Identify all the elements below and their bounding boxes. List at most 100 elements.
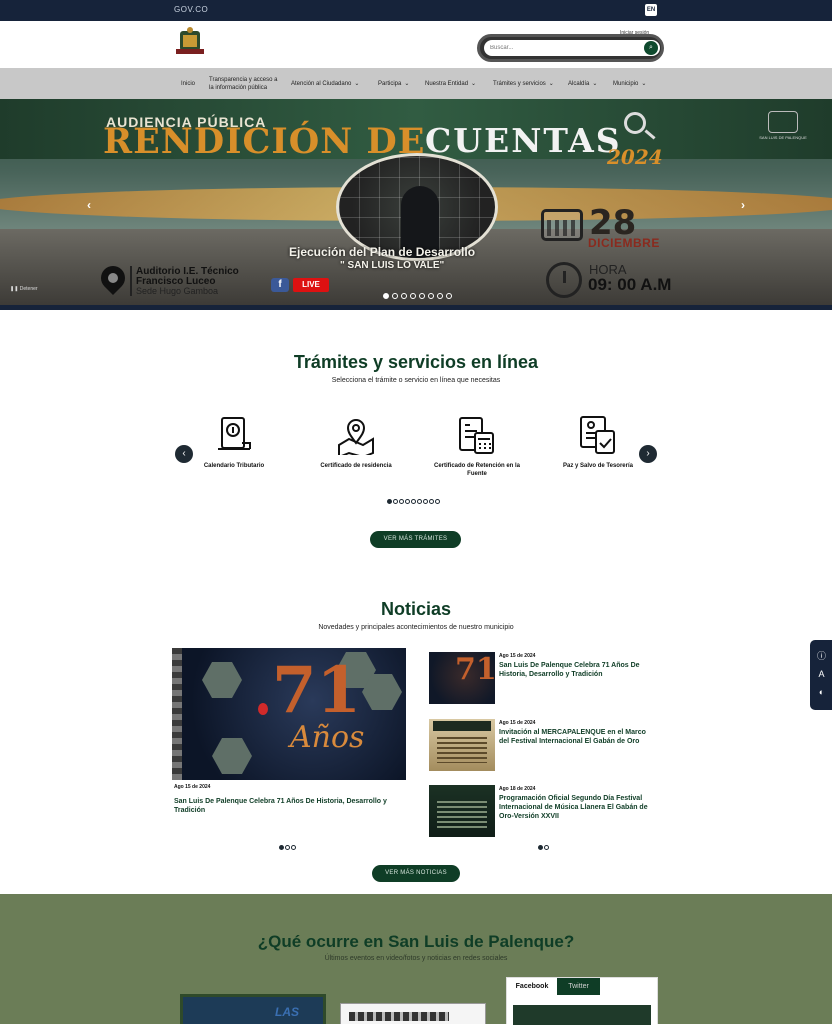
tramite-card[interactable]: Calendario Tributario: [184, 415, 284, 470]
hero-time-value: 09: 00 A.M: [588, 275, 672, 294]
nav-item-atencion[interactable]: Atención al Ciudadano ⌄: [291, 68, 359, 99]
hero-seal-logo: SAN LUIS DE PALENQUE: [754, 111, 812, 145]
info-icon[interactable]: ⓘ: [816, 651, 827, 662]
pagination-dot[interactable]: [429, 499, 434, 504]
tramite-card[interactable]: Paz y Salvo de Tesorería: [548, 415, 648, 470]
pagination-dot[interactable]: [538, 845, 543, 850]
pagination-dot[interactable]: [285, 845, 290, 850]
ver-mas-noticias-button[interactable]: VER MÁS NOTICIAS: [372, 865, 460, 882]
pagination-dot[interactable]: [392, 293, 398, 299]
ocurre-subtitle: Últimos eventos en video/fotos y noticia…: [324, 955, 508, 962]
seal-icon: [768, 111, 798, 133]
news-title[interactable]: San Luis De Palenque Celebra 71 Años De …: [499, 661, 651, 679]
nav-item-tramites[interactable]: Trámites y servicios ⌄: [493, 68, 554, 99]
pagination-dot[interactable]: [417, 499, 422, 504]
hero-venue: Auditorio I.E. Técnico Francisco Luceo: [136, 266, 239, 287]
nav-item-municipio[interactable]: Municipio ⌄: [613, 68, 646, 99]
noticias-title: Noticias: [380, 599, 452, 619]
pagination-dot[interactable]: [401, 293, 407, 299]
pagination-dot[interactable]: [435, 499, 440, 504]
photo-card[interactable]: [340, 1003, 486, 1024]
pagination-dot[interactable]: [544, 845, 549, 850]
ocurre-title: ¿Qué ocurre en San Luis de Palenque?: [257, 932, 575, 951]
tramite-card[interactable]: Certificado de residencia: [306, 415, 406, 470]
search-input[interactable]: [484, 40, 660, 56]
pagination-dot[interactable]: [423, 499, 428, 504]
tramite-label: Certificado de residencia: [320, 463, 392, 469]
video-card[interactable]: LAS: [180, 994, 326, 1024]
hero-year: 2024: [607, 145, 663, 169]
news-thumbnail[interactable]: 71: [429, 652, 495, 704]
pagination-dot[interactable]: [291, 845, 296, 850]
nav-item-nuestra-entidad[interactable]: Nuestra Entidad ⌄: [425, 68, 476, 99]
nav-item-inicio[interactable]: Inicio: [181, 68, 195, 99]
language-toggle-button[interactable]: EN: [645, 4, 657, 16]
hero-title-part2: CUENTAS: [425, 121, 622, 160]
news-title[interactable]: Programación Oficial Segundo Día Festiva…: [499, 794, 653, 821]
facebook-feed[interactable]: [513, 1005, 651, 1025]
facebook-icon: f: [271, 278, 289, 292]
hero-date-month: DICIEMBRE: [588, 236, 660, 250]
search-bar: ⌕: [477, 34, 664, 62]
carousel-pause-button[interactable]: ❚❚ Detener: [10, 286, 38, 292]
nav-item-participa[interactable]: Participa ⌄: [378, 68, 409, 99]
tramite-label: Paz y Salvo de Tesorería: [563, 463, 633, 469]
tab-facebook[interactable]: Facebook: [507, 978, 557, 995]
pagination-dot[interactable]: [279, 845, 284, 850]
pagination-dot[interactable]: [411, 499, 416, 504]
nav-item-alcaldia[interactable]: Alcaldía ⌄: [568, 68, 597, 99]
pagination-dot[interactable]: [428, 293, 434, 299]
carousel-next-button[interactable]: ›: [737, 199, 749, 211]
news-thumbnail[interactable]: [429, 719, 495, 771]
chevron-down-icon: ⌄: [548, 80, 554, 87]
text-size-icon[interactable]: A: [816, 669, 827, 680]
nav-item-transparencia[interactable]: Transparencia y acceso a la información …: [209, 68, 283, 99]
carousel-prev-button[interactable]: ‹: [83, 199, 95, 211]
calendar-scroll-icon: [218, 417, 251, 450]
noticias-subtitle: Novedades y principales acontecimientos …: [318, 624, 514, 631]
pagination-dot[interactable]: [437, 293, 443, 299]
tramite-label: Calendario Tributario: [203, 463, 265, 469]
news-list-pagination: [538, 845, 549, 850]
chevron-down-icon: ⌄: [404, 80, 410, 87]
featured-news-pagination: [279, 845, 296, 850]
featured-news-title[interactable]: San Luis De Palenque Celebra 71 Años De …: [174, 797, 394, 815]
hero-subtitle: Ejecución del Plan de Desarrollo: [289, 245, 476, 259]
featured-news-image[interactable]: 71 Años: [172, 648, 406, 780]
hero-carousel[interactable]: AUDIENCIA PÚBLICA RENDICIÓN DE CUENTAS 2…: [0, 99, 832, 310]
pagination-dot[interactable]: [405, 499, 410, 504]
carousel-indicators: [383, 293, 452, 299]
tab-twitter[interactable]: Twitter: [557, 978, 600, 995]
calculator-document-icon: [459, 417, 494, 454]
search-icon[interactable]: ⌕: [644, 41, 658, 55]
gov-co-logo[interactable]: GOV.CO: [174, 5, 208, 14]
main-nav: Inicio Transparencia y acceso a la infor…: [0, 68, 832, 99]
news-date: Ago 15 de 2024: [499, 720, 536, 726]
gov-topbar: GOV.CO EN: [0, 0, 832, 21]
pagination-dot[interactable]: [383, 293, 389, 299]
municipal-crest-logo[interactable]: [172, 27, 208, 59]
ver-mas-tramites-button[interactable]: VER MÁS TRÁMITES: [370, 531, 461, 548]
live-badge: LIVE: [293, 278, 329, 292]
pagination-dot[interactable]: [419, 293, 425, 299]
contrast-icon[interactable]: ◐: [816, 687, 827, 698]
news-thumbnail[interactable]: [429, 785, 495, 837]
featured-news-image-number: 71: [272, 653, 362, 728]
chevron-down-icon: ⌄: [471, 80, 477, 87]
pagination-dot[interactable]: [410, 293, 416, 299]
chevron-down-icon: ⌄: [354, 80, 360, 87]
video-card-logo: LAS: [275, 1005, 299, 1019]
hero-venue-sede: Sede Hugo Gamboa: [136, 286, 219, 296]
tramite-card[interactable]: Certificado de Retención en la Fuente: [427, 415, 527, 478]
pagination-dot[interactable]: [446, 293, 452, 299]
site-header: Iniciar sesión ⌕: [0, 21, 832, 68]
pagination-dot[interactable]: [387, 499, 392, 504]
tramites-pagination: [387, 499, 440, 504]
hero-slogan: " SAN LUIS LO VALE": [340, 260, 445, 271]
tramites-subtitle: Selecciona el trámite o servicio en líne…: [331, 377, 501, 384]
clock-icon: [546, 262, 582, 298]
clipboard-check-icon: [580, 416, 615, 454]
pagination-dot[interactable]: [393, 499, 398, 504]
pagination-dot[interactable]: [399, 499, 404, 504]
news-title[interactable]: Invitación al MERCAPALENQUE en el Marco …: [499, 728, 651, 746]
